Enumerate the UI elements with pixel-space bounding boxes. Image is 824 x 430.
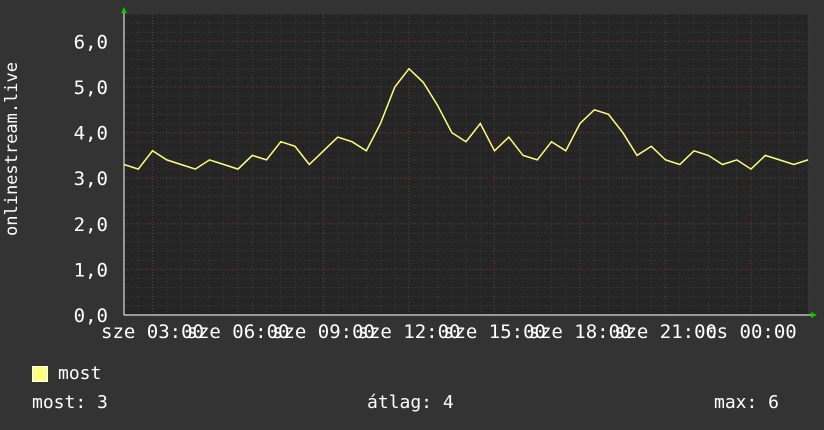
- x-axis-ticks: sze 03:00sze 06:00sze 09:00sze 12:00sze …: [101, 321, 797, 343]
- y-tick-label: 1,0: [74, 259, 108, 281]
- legend-swatch: [32, 365, 48, 382]
- y-tick-label: 2,0: [74, 214, 108, 236]
- y-tick-label: 3,0: [74, 168, 108, 190]
- x-tick-label: cs 00:00: [705, 321, 797, 343]
- y-axis-arrow-icon: [121, 7, 127, 13]
- y-axis-title: onlinestream.live: [2, 62, 22, 236]
- y-tick-label: 6,0: [74, 31, 108, 53]
- chart-canvas: 0,01,02,03,04,05,06,0 sze 03:00sze 06:00…: [74, 7, 817, 343]
- stat-current: most: 3: [32, 392, 108, 413]
- x-tick-label: sze 21:00: [614, 321, 717, 343]
- x-axis-arrow-icon: [811, 312, 817, 318]
- y-tick-label: 5,0: [74, 77, 108, 99]
- y-tick-label: 4,0: [74, 123, 108, 145]
- legend-label: most: [58, 363, 102, 384]
- stat-average: átlag: 4: [367, 392, 454, 413]
- y-axis-ticks: 0,01,02,03,04,05,06,0: [74, 31, 108, 327]
- legend: most: [32, 363, 101, 384]
- stat-max: max: 6: [714, 392, 780, 413]
